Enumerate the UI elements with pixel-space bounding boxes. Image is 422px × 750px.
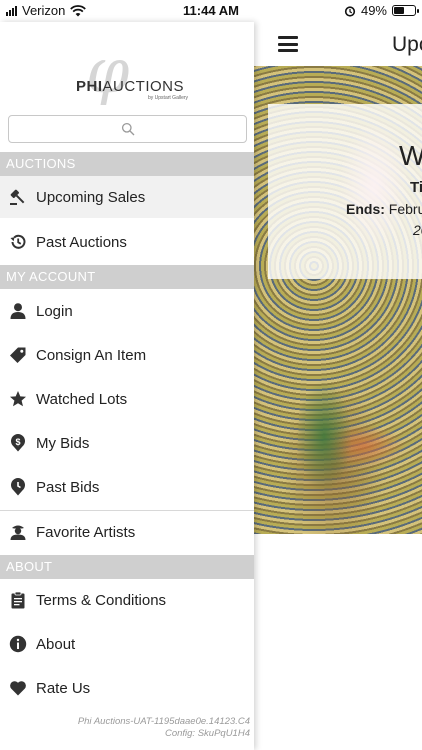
logo: φ PHIAUCTIONS by Upstart Gallery xyxy=(0,34,254,114)
gavel-icon xyxy=(0,188,36,206)
battery-icon xyxy=(392,5,419,16)
hero-card[interactable]: W Ti Ends: Febru 20 xyxy=(268,104,422,279)
menu-item-upcoming-sales[interactable]: Upcoming Sales xyxy=(0,176,254,218)
build-info: Phi Auctions-UAT-1195daae0e.14123.C4 xyxy=(77,716,250,727)
menu-item-label: Login xyxy=(36,302,73,320)
menu-item-terms[interactable]: Terms & Conditions xyxy=(0,579,254,621)
clock-pin-icon xyxy=(0,478,36,496)
menu-item-consign[interactable]: Consign An Item xyxy=(0,334,254,376)
info-icon xyxy=(0,635,36,653)
heart-icon xyxy=(0,679,36,697)
search-input[interactable] xyxy=(8,115,247,143)
battery-fill xyxy=(394,7,404,14)
logo-rest: AUCTIONS xyxy=(102,78,185,95)
history-icon xyxy=(0,233,36,251)
hero-heading: W xyxy=(399,140,422,171)
ends-label: Ends: xyxy=(346,201,385,217)
logo-text: PHIAUCTIONS xyxy=(76,78,184,95)
menu-item-watched-lots[interactable]: Watched Lots xyxy=(0,378,254,420)
menu-item-label: Terms & Conditions xyxy=(36,591,167,609)
menu-item-label: Favorite Artists xyxy=(36,523,136,541)
hero-ends: Ends: Febru xyxy=(346,201,422,217)
logo-subtitle: by Upstart Gallery xyxy=(148,95,189,101)
menu-item-label: Consign An Item xyxy=(36,346,147,364)
ends-value: Febru xyxy=(388,201,422,217)
hero-year: 20 xyxy=(413,222,422,238)
top-bar: Upco xyxy=(254,22,422,66)
logo-bold: PHI xyxy=(76,78,103,95)
menu-item-label: Upcoming Sales xyxy=(36,188,146,206)
menu-item-label: My Bids xyxy=(36,434,90,452)
artist-icon xyxy=(0,523,36,541)
menu-item-about[interactable]: About xyxy=(0,623,254,665)
star-icon xyxy=(0,390,36,408)
status-right: 49% xyxy=(344,3,419,18)
tag-icon xyxy=(0,346,36,364)
battery-percent: 49% xyxy=(360,3,387,18)
search-icon xyxy=(121,122,135,136)
config-info: Config: SkuPqU1H4 xyxy=(164,728,250,739)
menu-item-label: About xyxy=(36,635,76,653)
menu-item-label: Past Bids xyxy=(36,478,100,496)
menu-item-label: Rate Us xyxy=(36,679,91,697)
section-about: ABOUT xyxy=(0,555,254,579)
menu-item-favorite-artists[interactable]: Favorite Artists xyxy=(0,511,254,553)
section-my-account: MY ACCOUNT xyxy=(0,265,254,289)
menu-item-past-auctions[interactable]: Past Auctions xyxy=(0,221,254,263)
menu-item-label: Watched Lots xyxy=(36,390,128,408)
user-icon xyxy=(0,302,36,320)
menu-item-past-bids[interactable]: Past Bids xyxy=(0,466,254,508)
menu-item-my-bids[interactable]: $ My Bids xyxy=(0,422,254,464)
menu-item-login[interactable]: Login xyxy=(0,290,254,332)
side-drawer: φ PHIAUCTIONS by Upstart Gallery AUCTION… xyxy=(0,22,254,750)
hero-subheading: Ti xyxy=(410,179,422,196)
clipboard-icon xyxy=(0,591,36,609)
svg-text:$: $ xyxy=(15,437,20,447)
menu-item-rate-us[interactable]: Rate Us xyxy=(0,667,254,709)
status-bar: Verizon 11:44 AM 49% xyxy=(0,0,422,22)
menu-item-label: Past Auctions xyxy=(36,233,127,251)
alarm-icon xyxy=(344,5,356,17)
page-title: Upco xyxy=(392,33,422,56)
section-auctions: AUCTIONS xyxy=(0,152,254,176)
dollar-pin-icon: $ xyxy=(0,434,36,452)
menu-icon[interactable] xyxy=(278,36,298,52)
